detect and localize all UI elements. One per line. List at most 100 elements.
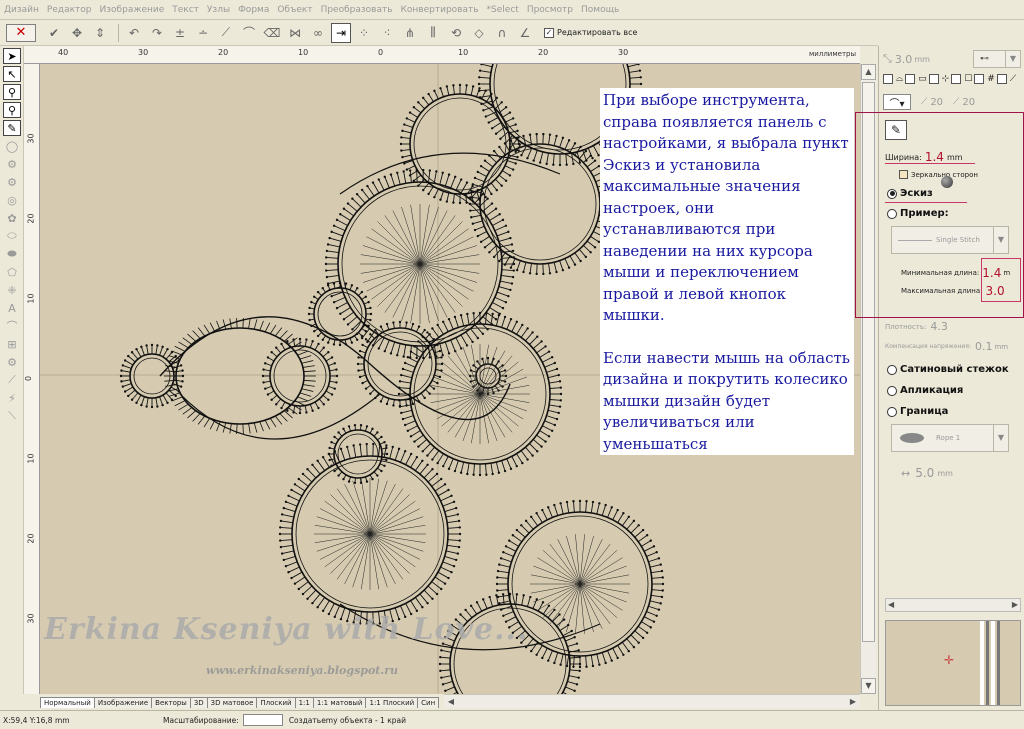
zoom-field[interactable] [242,714,283,726]
scroll-right-icon[interactable]: ▶ [846,696,860,708]
gear-tool-icon[interactable]: ⚙ [3,354,21,370]
applique-tool-icon[interactable]: ⬠ [3,264,21,280]
shape-tool-icon[interactable]: ⬭ [3,228,21,244]
line-node-icon[interactable]: ⟋ [216,23,236,43]
view-tab-9[interactable]: Син [417,697,440,708]
measure-tool-icon[interactable]: ⟋ [3,372,21,388]
shape-option-4-checkbox[interactable] [951,74,962,84]
menu-item-1[interactable]: Редактор [47,5,92,15]
zoom-1-icon[interactable]: ⚲ [3,102,21,118]
view-tab-8[interactable]: 1:1 Плоский [365,697,419,708]
density-row[interactable]: Плотность: 4.3 [885,320,948,333]
stitch-tool-icon[interactable]: ⚙ [3,156,21,172]
border-radio[interactable] [887,406,897,417]
lasso-icon[interactable]: ◯ [3,138,21,154]
join-icon[interactable]: ∞ [308,23,328,43]
menu-item-0[interactable]: Дизайн [4,5,39,15]
view-tab-5[interactable]: Плоский [256,697,296,708]
menu-item-2[interactable]: Изображение [100,5,165,15]
text-tool-icon[interactable]: A [3,300,21,316]
shape-icon[interactable]: ◇ [469,23,489,43]
example-radio[interactable] [887,208,897,219]
select-arrow-icon[interactable]: ➤ [3,48,21,64]
stitch-dropdown[interactable]: Single Stitch ▼ [891,226,1009,254]
view-tab-1[interactable]: Изображение [93,697,153,708]
view-tab-7[interactable]: 1:1 матовый [312,697,367,708]
angle-icon[interactable]: ∠ [515,23,535,43]
apply-check-icon[interactable]: ✔ [44,23,64,43]
panel-scroll-left-icon[interactable]: ◀ [888,600,894,609]
width-value[interactable]: 1.4 [925,150,944,164]
width-row[interactable]: Ширина: 1.4 mm [885,150,963,164]
satin-tool-icon[interactable]: ⚙ [3,174,21,190]
scroll-left-icon[interactable]: ◀ [444,696,458,708]
wand-tool-icon[interactable]: ⚡ [3,390,21,406]
horizontal-scrollbar[interactable]: ◀ ▶ [444,694,860,708]
mirror-option[interactable]: Зеркально сторон [899,170,978,179]
scatter-icon[interactable]: ⁖ [377,23,397,43]
shape-option-5-checkbox[interactable] [974,74,985,84]
curve-tool-icon[interactable]: ⌒ [3,318,21,334]
curve-type-button[interactable]: ⌒▾ [883,94,911,110]
split-icon[interactable]: ⋈ [285,23,305,43]
scroll-up-icon[interactable]: ▲ [861,64,876,80]
edit-all-option[interactable]: ✓ Редактировать все [544,27,637,38]
sketch-direction-icon[interactable]: ⇥ [331,22,351,43]
grid-tool-icon[interactable]: ⊞ [3,336,21,352]
rope-width-row[interactable]: ↔ 5.0 mm [901,466,953,480]
menu-item-4[interactable]: Узлы [207,5,230,15]
fill-tool-icon[interactable]: ◎ [3,192,21,208]
shape-option-3-checkbox[interactable] [928,74,939,84]
rotate-icon[interactable]: ⟲ [446,23,466,43]
shape-option-6-checkbox[interactable] [996,74,1007,84]
pattern-tool-icon[interactable]: ✿ [3,210,21,226]
sketch-option[interactable]: Эскиз [887,188,933,199]
eraser-icon[interactable]: ⌫ [262,23,282,43]
menu-item-9[interactable]: *Select [487,5,519,15]
cross-tool-icon[interactable]: ⁜ [3,282,21,298]
satin-radio[interactable] [887,364,897,375]
ribbon-tool-icon[interactable]: ⬬ [3,246,21,262]
menu-item-7[interactable]: Преобразовать [321,5,393,15]
applique-option[interactable]: Апликация [887,385,963,396]
shape-option-1-checkbox[interactable] [883,74,893,84]
border-option[interactable]: Граница [887,406,948,417]
view-tab-6[interactable]: 1:1 [294,697,314,708]
view-tab-2[interactable]: Векторы [151,697,191,708]
menu-item-11[interactable]: Помощь [581,5,619,15]
scroll-down-icon[interactable]: ▼ [861,678,876,694]
example-option[interactable]: Пример: [887,208,949,219]
design-preview[interactable]: ✛ [885,620,1021,706]
rope-width-value[interactable]: 5.0 [915,466,934,480]
cancel-button[interactable]: ✕ [6,23,36,42]
undo-icon[interactable]: ↶ [124,23,144,43]
knife-tool-icon[interactable]: ⟍ [3,408,21,424]
points-icon[interactable]: ⁘ [354,23,374,43]
compensation-row[interactable]: Компенсация напряжения: 0.1 mm [885,340,1008,353]
view-tab-3[interactable]: 3D [189,697,208,708]
menu-item-6[interactable]: Объект [277,5,312,15]
view-tab-4[interactable]: 3D матовое [206,697,258,708]
view-tab-0[interactable]: Нормальный [40,697,95,708]
compensation-value[interactable]: 0.1 [975,340,993,353]
mirror-checkbox[interactable] [899,170,908,179]
satin-option[interactable]: Сатиновый стежок [887,364,1009,375]
panel-scrollbar[interactable]: ◀ ▶ [885,598,1021,612]
column-icon[interactable]: ⫼ [423,23,443,43]
sketch-radio[interactable] [887,188,897,199]
sketch-tool-tab-icon[interactable]: ✎ [885,120,907,140]
node-edit-icon[interactable]: ↖ [3,66,21,82]
curve-node-icon[interactable]: ⌒ [239,23,259,43]
menu-item-3[interactable]: Текст [172,5,199,15]
rope-dropdown[interactable]: Rope 1 ▼ [891,424,1009,452]
sketch-tool-icon[interactable]: ✎ [3,120,21,136]
remove-node-icon[interactable]: ∸ [193,23,213,43]
menu-item-10[interactable]: Просмотр [527,5,573,15]
density-value[interactable]: 4.3 [930,320,948,333]
line-type-dropdown[interactable]: ⊷ ▼ [973,50,1021,68]
pan-icon[interactable]: ✥ [67,23,87,43]
zoom-icon[interactable]: ⚲ [3,84,21,100]
menu-item-8[interactable]: Конвертировать [401,5,479,15]
arc-icon[interactable]: ∩ [492,23,512,43]
panel-scroll-right-icon[interactable]: ▶ [1012,600,1018,609]
